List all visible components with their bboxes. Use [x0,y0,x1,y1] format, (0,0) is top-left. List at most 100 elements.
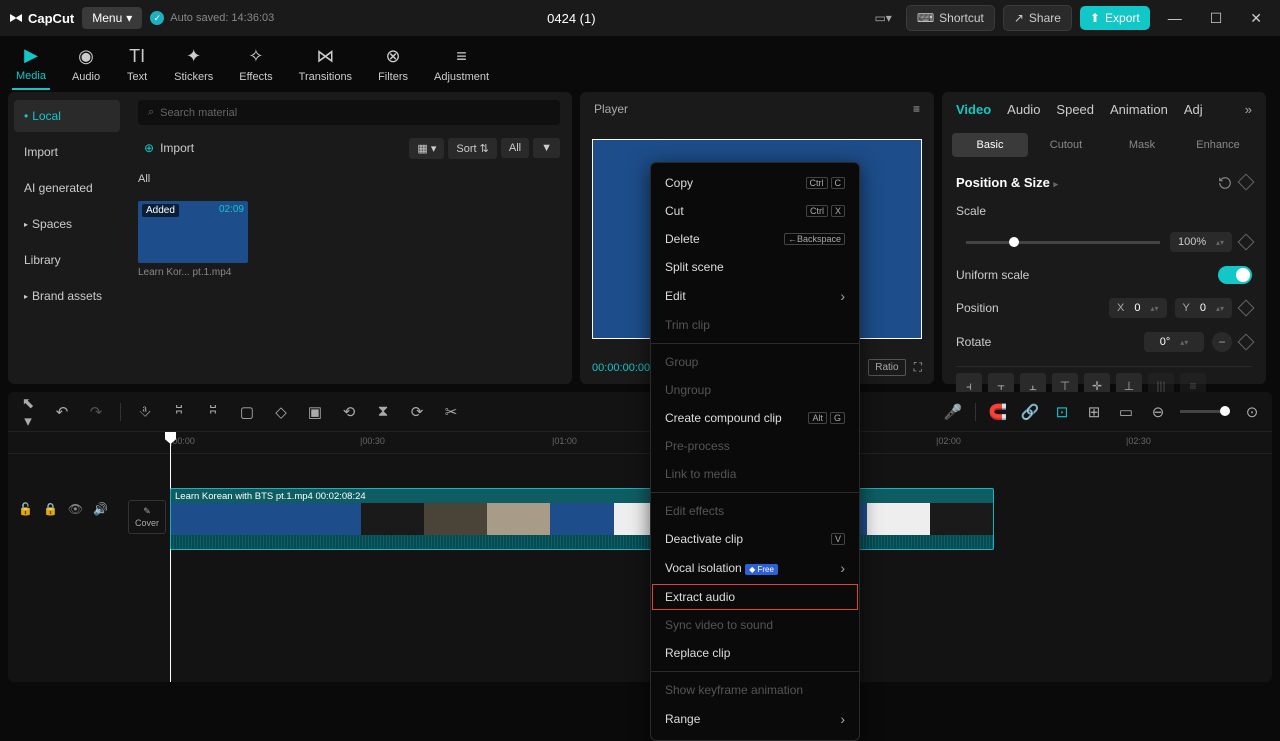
tab-media[interactable]: ▶Media [12,39,50,90]
fullscreen-icon[interactable]: ⛶ [914,360,922,375]
lock-closed-icon[interactable]: 🔒 [43,502,58,516]
more-icon[interactable]: » [1245,102,1252,117]
sort-button[interactable]: Sort ⇅ [448,138,496,159]
marker-icon[interactable]: ◇ [271,403,291,421]
pos-x-input[interactable]: X 0 ▴▾ [1109,298,1167,318]
rotate-input[interactable]: 0° ▴▾ [1144,332,1204,352]
reverse-icon[interactable]: ⟲ [339,403,359,421]
tab-effects[interactable]: ✧Effects [235,40,276,89]
uniform-toggle[interactable] [1218,266,1252,284]
menu-button[interactable]: Menu ▾ [82,7,142,29]
keyframe-icon[interactable] [1238,173,1255,190]
subtab-enhance[interactable]: Enhance [1180,133,1256,157]
pos-y-input[interactable]: Y 0 ▴▾ [1175,298,1233,318]
magnet-icon[interactable]: 🧲 [988,403,1008,421]
link-icon[interactable]: 🔗 [1020,403,1040,421]
split-left-icon[interactable]: ⎶ [169,403,189,420]
subtab-basic[interactable]: Basic [952,133,1028,157]
track-icon[interactable]: ⊞ [1084,403,1104,421]
layout-icon[interactable]: ▭▾ [868,11,897,25]
import-icon: ⊕ [144,141,154,155]
insp-tab-animation[interactable]: Animation [1110,102,1168,117]
search-input[interactable]: ⌕ Search material [138,100,560,125]
ctx-split-scene[interactable]: Split scene [651,253,859,281]
mute-icon[interactable]: 🔊 [93,502,108,516]
flip-h-icon[interactable]: − [1212,332,1232,352]
subtab-mask[interactable]: Mask [1104,133,1180,157]
tab-transitions[interactable]: ⋈Transitions [295,40,356,89]
tab-text[interactable]: TIText [122,40,152,89]
reset-icon[interactable] [1218,176,1232,190]
player-menu-icon[interactable]: ≡ [913,102,920,116]
insp-tab-audio[interactable]: Audio [1007,102,1040,117]
delete-icon[interactable]: ▢ [237,403,257,421]
shortcut-button[interactable]: ⌨ Shortcut [906,5,995,31]
ratio-button[interactable]: Ratio [868,359,905,376]
sidebar-item-brand[interactable]: ▸Brand assets [14,280,120,312]
scale-slider[interactable] [966,241,1160,244]
import-button[interactable]: ⊕ Import [138,135,200,161]
sidebar-item-ai[interactable]: AI generated [14,172,120,204]
tab-stickers[interactable]: ✦Stickers [170,40,217,89]
scale-value[interactable]: 100%▴▾ [1170,232,1232,252]
close-button[interactable]: ✕ [1240,6,1272,31]
ctx-delete[interactable]: Delete←Backspace [651,225,859,253]
eye-icon[interactable]: 👁 [68,502,83,516]
redo-icon[interactable]: ↷ [86,403,106,421]
zoom-slider[interactable] [1180,410,1230,413]
ctx-vocal-isolation[interactable]: Vocal isolation ◆ Free› [651,553,859,583]
ctx-extract-audio[interactable]: Extract audio [651,583,859,611]
maximize-button[interactable]: ☐ [1200,6,1233,31]
filter-icon-button[interactable]: ▼ [533,138,560,158]
insp-tab-adj[interactable]: Adj [1184,102,1203,117]
ctx-copy[interactable]: CopyCtrlC [651,169,859,197]
timeline-ruler[interactable]: |00:00 |00:30 |01:00 |02:00 |02:30 [8,432,1272,454]
sidebar-item-spaces[interactable]: ▸Spaces [14,208,120,240]
cover-button[interactable]: ✎ Cover [128,500,166,534]
crop-icon[interactable]: ✂ [441,403,461,421]
tab-adjustment[interactable]: ≡Adjustment [430,40,493,89]
minimize-button[interactable]: — [1158,6,1192,30]
pointer-tool-icon[interactable]: ⬉ ▾ [18,394,38,430]
lock-icon[interactable]: 🔓 [18,502,33,516]
ctx-cut[interactable]: CutCtrlX [651,197,859,225]
ctx-range[interactable]: Range› [651,704,859,734]
mirror-icon[interactable]: ⧗ [373,403,393,420]
playhead[interactable] [170,432,171,682]
mic-icon[interactable]: 🎤 [943,403,963,421]
preview-icon[interactable]: ▭ [1116,403,1136,421]
sidebar-item-local[interactable]: •Local [14,100,120,132]
split-icon[interactable]: ⎀ [135,403,155,420]
keyframe-icon[interactable] [1238,334,1255,351]
frame-icon[interactable]: ▣ [305,403,325,421]
ctx-sync-video-to-sound: Sync video to sound [651,611,859,639]
ctx-edit[interactable]: Edit› [651,281,859,311]
media-icon: ▶ [20,45,42,67]
tab-filters[interactable]: ⊗Filters [374,40,412,89]
insp-tab-video[interactable]: Video [956,102,991,117]
ctx-deactivate-clip[interactable]: Deactivate clipV [651,525,859,553]
share-button[interactable]: ↗ Share [1003,5,1072,31]
rotate-icon[interactable]: ⟳ [407,403,427,421]
media-clip-thumb[interactable]: Added 02:09 Learn Kor... pt.1.mp4 [138,201,248,278]
subtab-cutout[interactable]: Cutout [1028,133,1104,157]
keyframe-icon[interactable] [1238,234,1255,251]
export-button[interactable]: ⬆ Export [1080,6,1150,30]
timeline-clip[interactable]: Learn Korean with BTS pt.1.mp4 00:02:08:… [170,488,994,550]
filter-all-button[interactable]: All [501,138,529,158]
tab-audio[interactable]: ◉Audio [68,40,104,89]
zoom-fit-icon[interactable]: ⊙ [1242,403,1262,421]
media-content: ⌕ Search material ⊕ Import ▦ ▾ Sort ⇅ Al… [126,92,572,384]
zoom-out-icon[interactable]: ⊖ [1148,403,1168,421]
ctx-replace-clip[interactable]: Replace clip [651,639,859,667]
insp-tab-speed[interactable]: Speed [1056,102,1094,117]
sidebar-item-library[interactable]: Library [14,244,120,276]
track-controls: 🔓 🔒 👁 🔊 [18,502,108,516]
keyframe-icon[interactable] [1238,300,1255,317]
snap-icon[interactable]: ⊡ [1052,403,1072,421]
split-right-icon[interactable]: ⎶ [203,403,223,420]
grid-view-button[interactable]: ▦ ▾ [409,138,444,159]
ctx-create-compound-clip[interactable]: Create compound clipAltG [651,404,859,432]
undo-icon[interactable]: ↶ [52,403,72,421]
sidebar-item-import[interactable]: Import [14,136,120,168]
